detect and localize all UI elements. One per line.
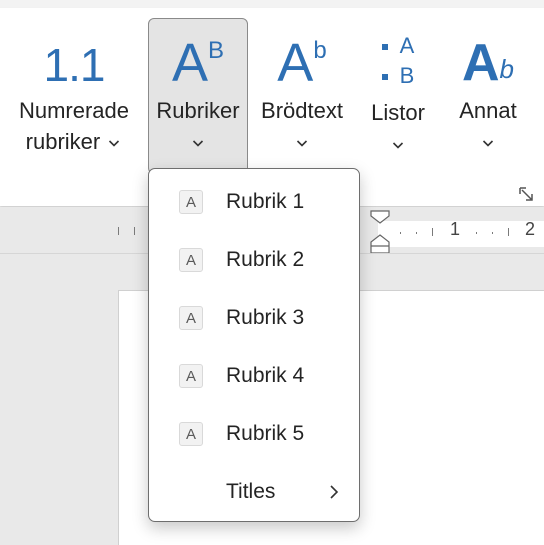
ruler-tick bbox=[492, 232, 493, 234]
ruler-tick bbox=[432, 228, 433, 236]
menu-item-rubrik-1[interactable]: A Rubrik 1 bbox=[149, 177, 359, 227]
menu-item-label: Rubrik 1 bbox=[226, 190, 305, 213]
numbered-headings-button[interactable]: 1.1 Numrerade rubriker bbox=[10, 18, 138, 174]
chevron-right-icon bbox=[330, 485, 339, 499]
indent-marker-icon[interactable] bbox=[368, 209, 392, 257]
style-icon: A bbox=[179, 190, 203, 214]
numbered-headings-label-line2: rubriker bbox=[25, 129, 101, 154]
other-styles-label: Annat bbox=[459, 98, 517, 123]
style-icon: A bbox=[179, 364, 203, 388]
headings-label: Rubriker bbox=[156, 98, 240, 123]
lists-label: Listor bbox=[371, 100, 425, 125]
headings-icon: AB bbox=[171, 33, 225, 93]
headings-button[interactable]: AB Rubriker bbox=[148, 18, 248, 174]
menu-item-rubrik-5[interactable]: A Rubrik 5 bbox=[149, 409, 359, 459]
menu-item-label: Rubrik 4 bbox=[226, 364, 305, 387]
style-icon: A bbox=[179, 306, 203, 330]
chevron-down-icon bbox=[296, 140, 308, 147]
menu-item-label: Rubrik 2 bbox=[226, 248, 305, 271]
ruler-text-area bbox=[378, 221, 544, 247]
chevron-down-icon bbox=[482, 140, 494, 147]
ruler-tick bbox=[400, 232, 401, 234]
ruler-tick bbox=[118, 227, 119, 235]
style-icon: A bbox=[179, 248, 203, 272]
menu-item-label: Titles bbox=[226, 480, 276, 503]
ruler-tick bbox=[508, 228, 509, 236]
ruler-number-1: 1 bbox=[450, 219, 461, 239]
style-icon: A bbox=[179, 422, 203, 446]
menu-item-rubrik-2[interactable]: A Rubrik 2 bbox=[149, 235, 359, 285]
other-styles-icon: Ab bbox=[461, 34, 515, 92]
lists-icon: A B bbox=[381, 19, 414, 93]
body-text-button[interactable]: Ab Brödtext bbox=[254, 18, 350, 174]
menu-item-titles[interactable]: Titles bbox=[149, 467, 359, 517]
menu-item-rubrik-3[interactable]: A Rubrik 3 bbox=[149, 293, 359, 343]
chevron-down-icon bbox=[392, 142, 404, 149]
other-styles-button[interactable]: Ab Annat bbox=[446, 18, 530, 174]
chevron-down-icon bbox=[192, 140, 204, 147]
menu-item-label: Rubrik 5 bbox=[226, 422, 305, 445]
ruler-number-2: 2 bbox=[525, 219, 536, 239]
menu-item-rubrik-4[interactable]: A Rubrik 4 bbox=[149, 351, 359, 401]
ruler-tick bbox=[416, 232, 417, 234]
numbered-headings-label-line1: Numrerade bbox=[18, 98, 130, 123]
lists-button[interactable]: A B Listor bbox=[356, 18, 440, 174]
menu-item-label: Rubrik 3 bbox=[226, 306, 305, 329]
headings-dropdown-menu: A Rubrik 1 A Rubrik 2 A Rubrik 3 A Rubri… bbox=[148, 168, 360, 522]
chevron-down-icon bbox=[109, 140, 120, 147]
ruler-tick bbox=[134, 227, 135, 235]
dialog-launcher-icon[interactable] bbox=[518, 186, 536, 204]
numbered-headings-icon: 1.1 bbox=[43, 39, 106, 91]
ruler-tick bbox=[476, 232, 477, 234]
body-text-label: Brödtext bbox=[261, 98, 343, 123]
body-text-icon: Ab bbox=[277, 33, 327, 93]
